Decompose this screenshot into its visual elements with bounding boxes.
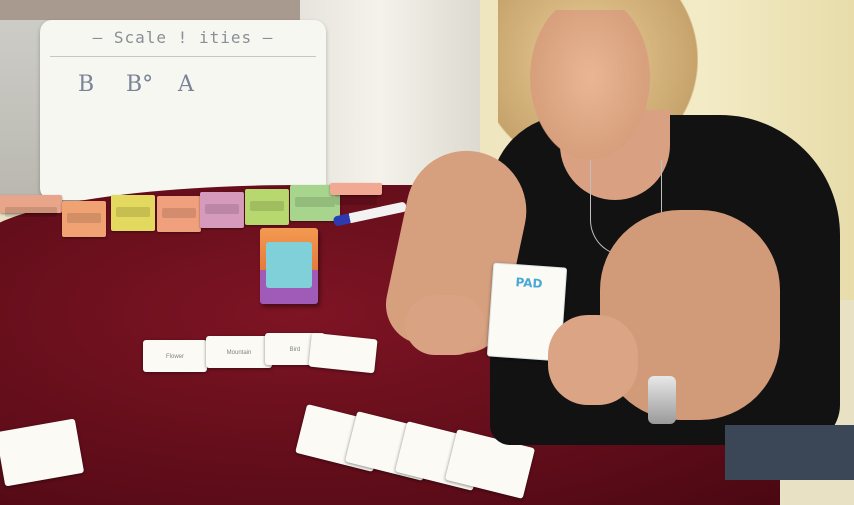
- card-label: Mountain: [226, 350, 252, 356]
- card-label: [310, 347, 376, 354]
- whiteboard-letter: B°: [126, 72, 154, 97]
- card-label: Flower: [165, 354, 184, 360]
- game-box-artwork: [266, 242, 312, 288]
- play-money-stack: [0, 195, 62, 217]
- person-hand-right: [548, 315, 638, 405]
- play-money-stack: [111, 195, 155, 231]
- person-face: [530, 10, 650, 160]
- play-money-stack: [245, 189, 289, 225]
- person-hand-left: [405, 295, 485, 355]
- background-floor: [0, 0, 330, 20]
- play-money-stack: [200, 192, 244, 228]
- whiteboard: — Scale ! ities — B B° A: [40, 20, 326, 200]
- play-money-stack: [157, 196, 201, 232]
- game-box: [260, 228, 318, 304]
- whiteboard-divider: [50, 56, 316, 57]
- person-jeans: [725, 425, 854, 480]
- table-card: [308, 332, 378, 374]
- whiteboard-letter: A: [178, 72, 194, 97]
- table-card: Flower: [143, 340, 207, 372]
- whiteboard-title: — Scale ! ities —: [92, 28, 274, 47]
- play-money-stack: [62, 201, 106, 237]
- table-card: Mountain: [206, 336, 272, 368]
- whiteboard-letter: B: [78, 72, 95, 97]
- wristwatch: [648, 376, 676, 424]
- held-card-label: PAD: [515, 275, 543, 291]
- play-money-stack: [330, 183, 382, 205]
